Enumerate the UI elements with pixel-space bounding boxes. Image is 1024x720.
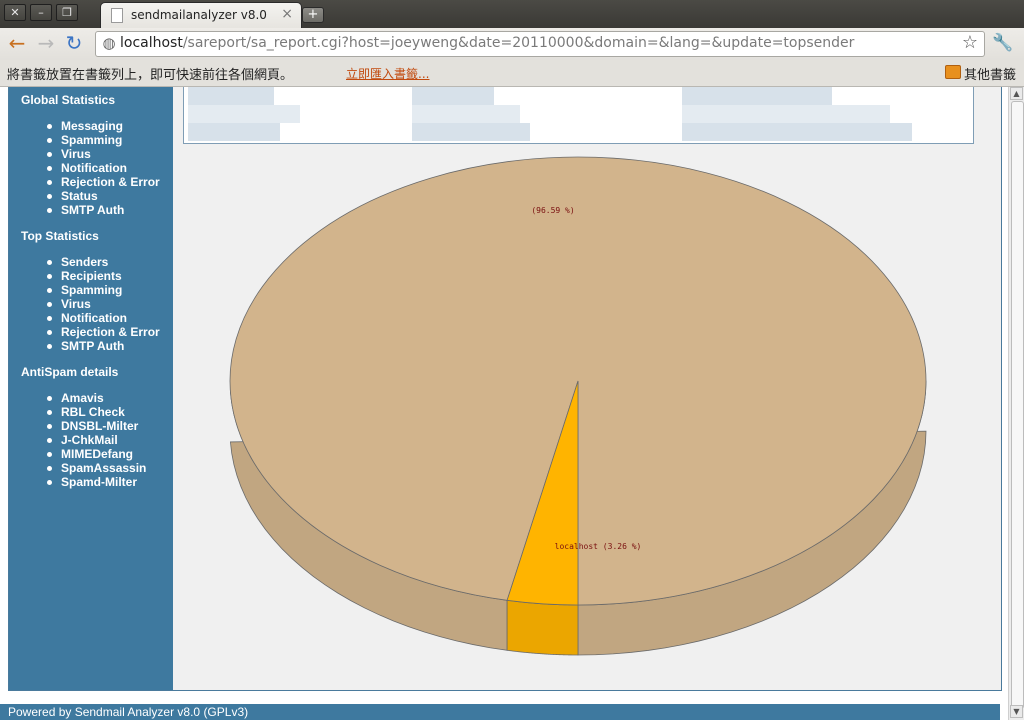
page-scrollbar-thumb[interactable] [1011, 101, 1024, 709]
sidebar-item-messaging[interactable]: Messaging [9, 119, 160, 133]
page-scroll-up-arrow[interactable]: ▲ [1010, 87, 1023, 100]
antispam-details-list: Amavis RBL Check DNSBL-Milter J-ChkMail … [9, 391, 146, 489]
footer-bar: Powered by Sendmail Analyzer v8.0 (GPLv3… [0, 704, 1000, 720]
forward-arrow-icon[interactable]: → [35, 32, 57, 54]
globe-icon: ◍ [102, 34, 116, 52]
sidebar-item-top-rejection-error[interactable]: Rejection & Error [9, 325, 160, 339]
pie-chart: (96.59 %) localhost (3.26 %) [229, 156, 927, 656]
page-scroll-down-arrow[interactable]: ▼ [1010, 705, 1023, 718]
pie-label-1: localhost (3.26 %) [555, 542, 642, 551]
sidebar-item-dnsbl-milter[interactable]: DNSBL-Milter [9, 419, 146, 433]
page-scrollbar[interactable]: ▲ ▼ [1008, 87, 1024, 720]
section-title-top: Top Statistics [21, 229, 99, 243]
bookmark-star-icon[interactable]: ☆ [962, 32, 978, 53]
sidebar-item-status[interactable]: Status [9, 189, 160, 203]
page-icon [111, 8, 123, 23]
bookmark-hint-text: 將書籤放置在書籤列上，即可快速前往各個網頁。 [7, 68, 294, 83]
minimize-window-button[interactable]: – [30, 4, 52, 21]
wrench-icon[interactable]: 🔧 [992, 33, 1013, 53]
folder-icon [945, 65, 961, 79]
browser-toolbar: ← → ↻ ◍ localhost/sareport/sa_report.cgi… [0, 28, 1024, 60]
global-statistics-list: Messaging Spamming Virus Notification Re… [9, 119, 160, 217]
sidebar-item-senders[interactable]: Senders [9, 255, 160, 269]
url-text[interactable]: localhost/sareport/sa_report.cgi?host=jo… [120, 35, 854, 51]
sidebar-item-top-notification[interactable]: Notification [9, 311, 160, 325]
top-statistics-list: Senders Recipients Spamming Virus Notifi… [9, 255, 160, 353]
sidebar-item-virus[interactable]: Virus [9, 147, 160, 161]
sidebar-item-top-spamming[interactable]: Spamming [9, 283, 160, 297]
sidebar-item-spamassassin[interactable]: SpamAssassin [9, 461, 146, 475]
sidebar-item-top-virus[interactable]: Virus [9, 297, 160, 311]
pie-label-0: (96.59 %) [531, 206, 574, 215]
sidebar-item-smtp-auth[interactable]: SMTP Auth [9, 203, 160, 217]
page-content: Global Statistics Messaging Spamming Vir… [0, 87, 1024, 720]
sidebar-item-mimedefang[interactable]: MIMEDefang [9, 447, 146, 461]
sidebar-item-spamming[interactable]: Spamming [9, 133, 160, 147]
back-arrow-icon[interactable]: ← [6, 32, 28, 54]
browser-tab[interactable]: sendmailanalyzer v8.0 × [100, 2, 302, 29]
import-bookmarks-link[interactable]: 立即匯入書籤... [346, 65, 429, 82]
restore-window-button[interactable]: ❐ [56, 4, 78, 21]
section-title-global: Global Statistics [21, 93, 116, 107]
sidebar-item-rbl-check[interactable]: RBL Check [9, 405, 146, 419]
new-tab-button[interactable]: + [302, 7, 324, 23]
window-titlebar: ✕ – ❐ sendmailanalyzer v8.0 × + [0, 0, 1024, 29]
other-bookmarks-button[interactable]: 其他書籤 [964, 64, 1016, 83]
sidebar-item-amavis[interactable]: Amavis [9, 391, 146, 405]
sidebar-item-recipients[interactable]: Recipients [9, 269, 160, 283]
sidebar-item-top-smtp-auth[interactable]: SMTP Auth [9, 339, 160, 353]
tab-close-icon[interactable]: × [281, 6, 293, 22]
sidebar-item-spamd-milter[interactable]: Spamd-Milter [9, 475, 146, 489]
reload-icon[interactable]: ↻ [63, 32, 85, 54]
bookmark-bar: 將書籤放置在書籤列上，即可快速前往各個網頁。 立即匯入書籤... 其他書籤 [0, 60, 1024, 87]
sidebar-item-notification[interactable]: Notification [9, 161, 160, 175]
tab-title: sendmailanalyzer v8.0 [131, 8, 267, 22]
pie-side-1 [506, 599, 579, 656]
section-title-antispam: AntiSpam details [21, 365, 119, 379]
sidebar-item-j-chkmail[interactable]: J-ChkMail [9, 433, 146, 447]
sidebar-menu: Global Statistics Messaging Spamming Vir… [9, 87, 173, 690]
address-bar[interactable]: ◍ localhost/sareport/sa_report.cgi?host=… [95, 31, 985, 57]
close-window-button[interactable]: ✕ [4, 4, 26, 21]
report-main: (96.59 %)localhost (3.26 %) ▼ [173, 87, 985, 690]
footer-credit: Powered by Sendmail Analyzer v8.0 (GPLv3… [8, 705, 249, 719]
sidebar-item-rejection-error[interactable]: Rejection & Error [9, 175, 160, 189]
